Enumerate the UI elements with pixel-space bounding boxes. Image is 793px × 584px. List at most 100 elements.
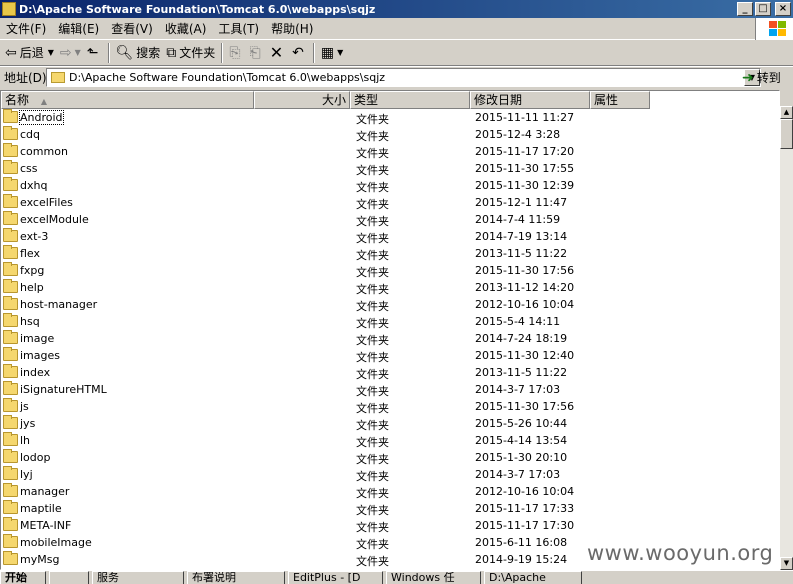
file-row[interactable]: dxhq 文件夹 2015-11-30 12:39 [1,177,779,194]
file-name[interactable]: common [20,145,68,158]
file-row[interactable]: lh 文件夹 2015-4-14 13:54 [1,432,779,449]
file-name[interactable]: css [20,162,38,175]
file-list[interactable]: 名称 ▲ 大小 类型 修改日期 属性 Android 文件夹 2015-11-11 … [0,90,780,570]
file-row[interactable]: css 文件夹 2015-11-30 17:55 [1,160,779,177]
file-date: 2012-10-16 10:04 [475,485,575,498]
up-folder-button[interactable]: ⬑ [84,42,105,64]
move-to-button[interactable]: ⎘ [226,42,246,64]
file-name[interactable]: maptile [20,502,62,515]
go-button[interactable]: ➜ 转到 [742,68,781,87]
go-label: 转到 [756,71,781,85]
back-button[interactable]: ⇦ 后退 ▼ [2,42,57,64]
file-name[interactable]: dxhq [20,179,47,192]
column-header-modified[interactable]: 修改日期 [470,91,590,109]
views-button[interactable]: ▦ ▼ [318,42,346,64]
vertical-scrollbar[interactable]: ▲ ▼ [780,106,793,570]
file-name[interactable]: lh [20,434,30,447]
file-row[interactable]: cdq 文件夹 2015-12-4 3:28 [1,126,779,143]
column-header-type[interactable]: 类型 [350,91,470,109]
folders-button[interactable]: ⧉ 文件夹 [163,42,218,64]
file-name[interactable]: myMsg [20,553,59,566]
maximize-button[interactable]: □ [755,2,771,16]
address-value[interactable]: D:\Apache Software Foundation\Tomcat 6.0… [69,71,744,84]
scroll-up-button[interactable]: ▲ [780,106,793,119]
file-name[interactable]: image [20,332,54,345]
file-name[interactable]: Android [19,110,64,125]
task-windows[interactable]: Windows 任 [386,571,481,584]
file-row[interactable]: lyj 文件夹 2014-3-7 17:03 [1,466,779,483]
file-type: 文件夹 [356,164,389,177]
start-button[interactable]: 开始 [0,571,46,584]
menu-favorites[interactable]: 收藏(A) [159,20,213,37]
file-row[interactable]: excelModule 文件夹 2014-7-4 11:59 [1,211,779,228]
menu-file[interactable]: 文件(F) [0,20,52,37]
menu-help[interactable]: 帮助(H) [265,20,319,37]
file-name[interactable]: excelModule [20,213,89,226]
file-row[interactable]: common 文件夹 2015-11-17 17:20 [1,143,779,160]
task-deploy-notes[interactable]: 布署说明 [187,571,285,584]
file-row[interactable]: help 文件夹 2013-11-12 14:20 [1,279,779,296]
chevron-down-icon[interactable]: ▼ [337,48,343,57]
menu-tools[interactable]: 工具(T) [212,20,265,37]
quick-launch[interactable] [49,571,89,584]
file-name[interactable]: jys [20,417,35,430]
column-header-name[interactable]: 名称 ▲ [1,91,254,109]
file-name[interactable]: lodop [20,451,50,464]
search-button[interactable]: 🔍︎ 搜索 [113,42,164,64]
column-header-attributes[interactable]: 属性 [590,91,650,109]
file-row[interactable]: iSignatureHTML 文件夹 2014-3-7 17:03 [1,381,779,398]
file-name[interactable]: js [20,400,29,413]
file-name[interactable]: mobileImage [20,536,92,549]
file-row[interactable]: flex 文件夹 2013-11-5 11:22 [1,245,779,262]
column-header-size[interactable]: 大小 [254,91,350,109]
file-row[interactable]: fxpg 文件夹 2015-11-30 17:56 [1,262,779,279]
copy-to-button[interactable]: ⎗ [247,42,267,64]
file-name[interactable]: flex [20,247,40,260]
address-input[interactable]: D:\Apache Software Foundation\Tomcat 6.0… [46,68,761,87]
file-row[interactable]: META-INF 文件夹 2015-11-17 17:30 [1,517,779,534]
file-name[interactable]: manager [20,485,69,498]
task-explorer[interactable]: D:\Apache [484,571,582,584]
file-name[interactable]: META-INF [20,519,71,532]
delete-button[interactable]: ✕ [267,42,289,64]
file-row[interactable]: host-manager 文件夹 2012-10-16 10:04 [1,296,779,313]
scroll-down-button[interactable]: ▼ [780,557,793,570]
scroll-thumb[interactable] [780,119,793,149]
file-row[interactable]: excelFiles 文件夹 2015-12-1 11:47 [1,194,779,211]
chevron-down-icon[interactable]: ▼ [75,48,81,57]
file-row[interactable]: image 文件夹 2014-7-24 18:19 [1,330,779,347]
file-name[interactable]: ext-3 [20,230,48,243]
menu-edit[interactable]: 编辑(E) [52,20,105,37]
file-name[interactable]: host-manager [20,298,97,311]
file-row[interactable]: js 文件夹 2015-11-30 17:56 [1,398,779,415]
file-name[interactable]: lyj [20,468,33,481]
file-row[interactable]: images 文件夹 2015-11-30 12:40 [1,347,779,364]
file-row[interactable]: manager 文件夹 2012-10-16 10:04 [1,483,779,500]
file-name[interactable]: help [20,281,44,294]
menu-view[interactable]: 查看(V) [105,20,159,37]
file-date: 2014-3-7 17:03 [475,383,561,396]
close-button[interactable]: × [775,2,791,16]
file-row[interactable]: Android 文件夹 2015-11-11 11:27 [1,109,779,126]
file-name[interactable]: cdq [20,128,40,141]
file-name[interactable]: fxpg [20,264,44,277]
file-row[interactable]: ext-3 文件夹 2014-7-19 13:14 [1,228,779,245]
forward-button[interactable]: ⇨ ▼ [57,42,84,64]
file-row[interactable]: maptile 文件夹 2015-11-17 17:33 [1,500,779,517]
task-services[interactable]: 服务 [92,571,184,584]
file-name[interactable]: excelFiles [20,196,73,209]
file-name[interactable]: index [20,366,50,379]
chevron-down-icon[interactable]: ▼ [48,48,54,57]
minimize-button[interactable]: _ [737,2,753,16]
file-name[interactable]: iSignatureHTML [20,383,107,396]
file-row[interactable]: jys 文件夹 2015-5-26 10:44 [1,415,779,432]
file-row[interactable]: index 文件夹 2013-11-5 11:22 [1,364,779,381]
undo-button[interactable]: ↶ [289,42,310,64]
file-row[interactable]: lodop 文件夹 2015-1-30 20:10 [1,449,779,466]
task-editplus[interactable]: EditPlus - [D [288,571,383,584]
file-name[interactable]: hsq [20,315,40,328]
window-titlebar[interactable]: D:\Apache Software Foundation\Tomcat 6.0… [0,0,793,18]
file-name[interactable]: images [20,349,60,362]
file-date: 2015-4-14 13:54 [475,434,568,447]
file-row[interactable]: hsq 文件夹 2015-5-4 14:11 [1,313,779,330]
